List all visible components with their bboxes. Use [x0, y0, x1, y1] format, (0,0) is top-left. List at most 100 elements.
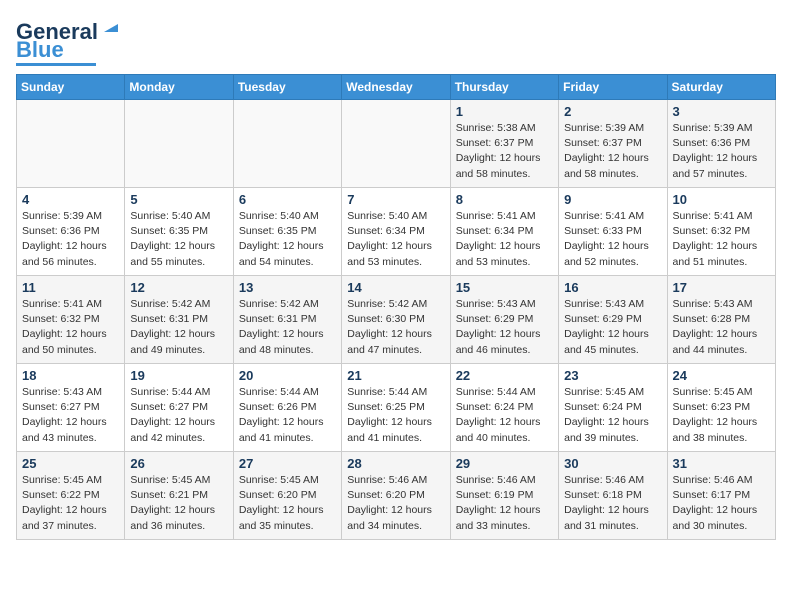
day-detail: Sunrise: 5:45 AM Sunset: 6:23 PM Dayligh… [673, 385, 770, 446]
day-number: 15 [456, 280, 553, 295]
day-number: 5 [130, 192, 227, 207]
day-number: 29 [456, 456, 553, 471]
calendar-cell [233, 100, 341, 188]
day-detail: Sunrise: 5:46 AM Sunset: 6:18 PM Dayligh… [564, 473, 661, 534]
calendar-cell: 29Sunrise: 5:46 AM Sunset: 6:19 PM Dayli… [450, 452, 558, 540]
day-detail: Sunrise: 5:40 AM Sunset: 6:35 PM Dayligh… [130, 209, 227, 270]
day-number: 26 [130, 456, 227, 471]
col-header-tuesday: Tuesday [233, 75, 341, 100]
calendar-cell: 9 Sunrise: 5:41 AM Sunset: 6:33 PM Daylig… [559, 188, 667, 276]
day-detail: Sunrise: 5:42 AM Sunset: 6:31 PM Dayligh… [239, 297, 336, 358]
day-detail: Sunrise: 5:40 AM Sunset: 6:34 PM Dayligh… [347, 209, 444, 270]
calendar-cell: 16Sunrise: 5:43 AM Sunset: 6:29 PM Dayli… [559, 276, 667, 364]
logo-icon [102, 16, 120, 34]
calendar-cell: 10 Sunrise: 5:41 AM Sunset: 6:32 PM Dayli… [667, 188, 775, 276]
calendar-cell: 13 Sunrise: 5:42 AM Sunset: 6:31 PM Dayli… [233, 276, 341, 364]
day-detail: Sunrise: 5:40 AM Sunset: 6:35 PM Dayligh… [239, 209, 336, 270]
calendar-cell [17, 100, 125, 188]
day-detail: Sunrise: 5:42 AM Sunset: 6:31 PM Dayligh… [130, 297, 227, 358]
calendar-cell: 25 Sunrise: 5:45 AM Sunset: 6:22 PM Dayli… [17, 452, 125, 540]
day-number: 19 [130, 368, 227, 383]
col-header-sunday: Sunday [17, 75, 125, 100]
day-detail: Sunrise: 5:39 AM Sunset: 6:36 PM Dayligh… [673, 121, 770, 182]
day-number: 7 [347, 192, 444, 207]
day-number: 4 [22, 192, 119, 207]
calendar-cell: 19 Sunrise: 5:44 AM Sunset: 6:27 PM Dayli… [125, 364, 233, 452]
calendar-cell: 23Sunrise: 5:45 AM Sunset: 6:24 PM Dayli… [559, 364, 667, 452]
day-detail: Sunrise: 5:45 AM Sunset: 6:21 PM Dayligh… [130, 473, 227, 534]
logo-underline [16, 63, 96, 66]
day-number: 2 [564, 104, 661, 119]
day-detail: Sunrise: 5:44 AM Sunset: 6:24 PM Dayligh… [456, 385, 553, 446]
logo-blue: Blue [16, 39, 64, 61]
day-detail: Sunrise: 5:46 AM Sunset: 6:20 PM Dayligh… [347, 473, 444, 534]
calendar-cell: 2Sunrise: 5:39 AM Sunset: 6:37 PM Daylig… [559, 100, 667, 188]
calendar-cell: 8 Sunrise: 5:41 AM Sunset: 6:34 PM Daylig… [450, 188, 558, 276]
day-detail: Sunrise: 5:45 AM Sunset: 6:22 PM Dayligh… [22, 473, 119, 534]
day-number: 24 [673, 368, 770, 383]
day-number: 18 [22, 368, 119, 383]
day-detail: Sunrise: 5:44 AM Sunset: 6:25 PM Dayligh… [347, 385, 444, 446]
day-detail: Sunrise: 5:38 AM Sunset: 6:37 PM Dayligh… [456, 121, 553, 182]
day-number: 25 [22, 456, 119, 471]
day-number: 6 [239, 192, 336, 207]
day-detail: Sunrise: 5:39 AM Sunset: 6:36 PM Dayligh… [22, 209, 119, 270]
calendar-table: SundayMondayTuesdayWednesdayThursdayFrid… [16, 74, 776, 540]
day-detail: Sunrise: 5:41 AM Sunset: 6:34 PM Dayligh… [456, 209, 553, 270]
day-number: 27 [239, 456, 336, 471]
calendar-cell: 21 Sunrise: 5:44 AM Sunset: 6:25 PM Dayli… [342, 364, 450, 452]
day-number: 10 [673, 192, 770, 207]
day-detail: Sunrise: 5:43 AM Sunset: 6:29 PM Dayligh… [456, 297, 553, 358]
col-header-friday: Friday [559, 75, 667, 100]
day-detail: Sunrise: 5:46 AM Sunset: 6:17 PM Dayligh… [673, 473, 770, 534]
calendar-cell: 11 Sunrise: 5:41 AM Sunset: 6:32 PM Dayli… [17, 276, 125, 364]
calendar-cell: 22 Sunrise: 5:44 AM Sunset: 6:24 PM Dayli… [450, 364, 558, 452]
calendar-cell: 28 Sunrise: 5:46 AM Sunset: 6:20 PM Dayli… [342, 452, 450, 540]
day-number: 8 [456, 192, 553, 207]
day-detail: Sunrise: 5:44 AM Sunset: 6:27 PM Dayligh… [130, 385, 227, 446]
calendar-cell: 24 Sunrise: 5:45 AM Sunset: 6:23 PM Dayli… [667, 364, 775, 452]
day-number: 30 [564, 456, 661, 471]
calendar-cell: 31 Sunrise: 5:46 AM Sunset: 6:17 PM Dayli… [667, 452, 775, 540]
day-number: 17 [673, 280, 770, 295]
day-detail: Sunrise: 5:45 AM Sunset: 6:20 PM Dayligh… [239, 473, 336, 534]
calendar-cell: 14 Sunrise: 5:42 AM Sunset: 6:30 PM Dayli… [342, 276, 450, 364]
day-detail: Sunrise: 5:41 AM Sunset: 6:32 PM Dayligh… [22, 297, 119, 358]
col-header-monday: Monday [125, 75, 233, 100]
day-number: 13 [239, 280, 336, 295]
col-header-wednesday: Wednesday [342, 75, 450, 100]
day-number: 22 [456, 368, 553, 383]
calendar-cell: 18 Sunrise: 5:43 AM Sunset: 6:27 PM Dayli… [17, 364, 125, 452]
day-detail: Sunrise: 5:45 AM Sunset: 6:24 PM Dayligh… [564, 385, 661, 446]
day-number: 9 [564, 192, 661, 207]
day-number: 21 [347, 368, 444, 383]
day-number: 11 [22, 280, 119, 295]
day-detail: Sunrise: 5:41 AM Sunset: 6:33 PM Dayligh… [564, 209, 661, 270]
page-header: General Blue [16, 16, 776, 66]
calendar-cell: 6 Sunrise: 5:40 AM Sunset: 6:35 PM Daylig… [233, 188, 341, 276]
day-detail: Sunrise: 5:43 AM Sunset: 6:28 PM Dayligh… [673, 297, 770, 358]
col-header-saturday: Saturday [667, 75, 775, 100]
calendar-cell: 1 Sunrise: 5:38 AM Sunset: 6:37 PM Daylig… [450, 100, 558, 188]
day-detail: Sunrise: 5:42 AM Sunset: 6:30 PM Dayligh… [347, 297, 444, 358]
calendar-cell [125, 100, 233, 188]
day-detail: Sunrise: 5:43 AM Sunset: 6:29 PM Dayligh… [564, 297, 661, 358]
calendar-cell: 27 Sunrise: 5:45 AM Sunset: 6:20 PM Dayli… [233, 452, 341, 540]
day-detail: Sunrise: 5:44 AM Sunset: 6:26 PM Dayligh… [239, 385, 336, 446]
day-detail: Sunrise: 5:43 AM Sunset: 6:27 PM Dayligh… [22, 385, 119, 446]
logo: General Blue [16, 16, 120, 66]
day-number: 14 [347, 280, 444, 295]
calendar-cell: 30 Sunrise: 5:46 AM Sunset: 6:18 PM Dayli… [559, 452, 667, 540]
day-number: 31 [673, 456, 770, 471]
day-number: 20 [239, 368, 336, 383]
day-number: 12 [130, 280, 227, 295]
day-detail: Sunrise: 5:41 AM Sunset: 6:32 PM Dayligh… [673, 209, 770, 270]
day-number: 3 [673, 104, 770, 119]
calendar-cell [342, 100, 450, 188]
calendar-cell: 20 Sunrise: 5:44 AM Sunset: 6:26 PM Dayli… [233, 364, 341, 452]
day-number: 28 [347, 456, 444, 471]
calendar-cell: 26 Sunrise: 5:45 AM Sunset: 6:21 PM Dayli… [125, 452, 233, 540]
day-number: 1 [456, 104, 553, 119]
calendar-cell: 3 Sunrise: 5:39 AM Sunset: 6:36 PM Daylig… [667, 100, 775, 188]
col-header-thursday: Thursday [450, 75, 558, 100]
